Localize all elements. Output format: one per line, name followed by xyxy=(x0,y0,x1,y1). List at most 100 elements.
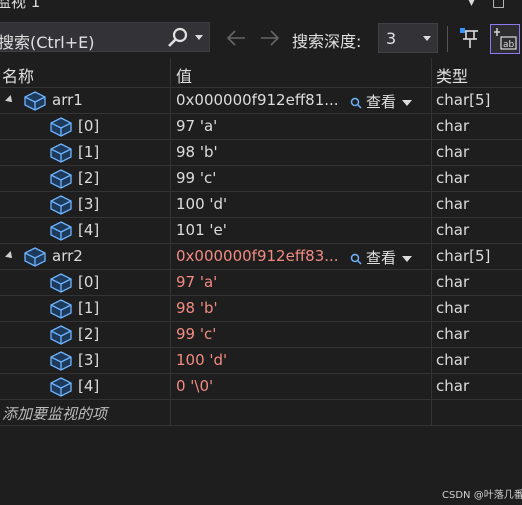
row-type: char xyxy=(436,143,470,161)
view-dropdown-button[interactable]: 查看 xyxy=(350,247,413,268)
column-header-value[interactable]: 值 xyxy=(176,63,192,87)
dropdown-arrow-icon[interactable]: ▾ xyxy=(468,0,475,10)
chevron-down-icon xyxy=(402,99,413,106)
magnifier-icon xyxy=(350,93,366,111)
row-name[interactable]: [3] xyxy=(78,351,99,369)
column-divider xyxy=(170,114,171,139)
add-watch-row[interactable]: 添加要监视的项 xyxy=(0,400,522,426)
column-divider xyxy=(431,88,432,113)
watch-rows: arr1 0x000000f912eff81... 查看 char[5] [0] 97 '… xyxy=(0,88,522,400)
row-name[interactable]: [3] xyxy=(78,195,99,213)
row-type: char xyxy=(436,377,470,395)
watch-row-child[interactable]: [4] 101 'e' char xyxy=(0,218,522,244)
row-value[interactable]: 97 'a' xyxy=(176,117,217,135)
column-divider xyxy=(170,244,171,269)
watch-row-child[interactable]: [3] 100 'd' char xyxy=(0,348,522,374)
column-divider xyxy=(431,218,432,243)
variable-icon xyxy=(50,299,72,319)
column-header-name[interactable]: 名称 xyxy=(2,63,34,87)
forward-arrow-icon[interactable] xyxy=(259,28,281,48)
expand-collapse-icon[interactable] xyxy=(5,251,15,261)
column-header-type[interactable]: 类型 xyxy=(436,63,468,87)
row-name[interactable]: [2] xyxy=(78,325,99,343)
view-label: 查看 xyxy=(366,249,397,267)
row-name[interactable]: [1] xyxy=(78,143,99,161)
maximize-icon[interactable]: □ xyxy=(492,0,505,10)
row-value[interactable]: 97 'a' xyxy=(176,273,217,291)
row-name[interactable]: arr2 xyxy=(52,247,83,265)
variable-icon xyxy=(50,169,72,189)
column-divider[interactable] xyxy=(170,58,171,87)
watch-row-child[interactable]: [1] 98 'b' char xyxy=(0,140,522,166)
search-options-chevron-icon[interactable] xyxy=(195,35,203,40)
hex-display-toggle-button[interactable]: ab xyxy=(490,24,520,54)
column-divider xyxy=(170,348,171,373)
chevron-down-icon xyxy=(423,36,431,41)
variable-icon xyxy=(24,247,46,267)
row-name[interactable]: [2] xyxy=(78,169,99,187)
watch-row-parent[interactable]: arr2 0x000000f912eff83... 查看 char[5] xyxy=(0,244,522,270)
column-divider xyxy=(431,374,432,399)
row-name[interactable]: arr1 xyxy=(52,91,83,109)
watch-row-child[interactable]: [4] 0 '\0' char xyxy=(0,374,522,400)
row-value[interactable]: 0x000000f912eff83... xyxy=(176,247,339,265)
row-name[interactable]: [0] xyxy=(78,117,99,135)
grid-header: 名称 值 类型 xyxy=(0,58,522,88)
row-value[interactable]: 101 'e' xyxy=(176,221,227,239)
search-placeholder: 搜索(Ctrl+E) xyxy=(0,33,95,52)
row-name[interactable]: [4] xyxy=(78,221,99,239)
row-value[interactable]: 98 'b' xyxy=(176,143,218,161)
column-divider xyxy=(431,348,432,373)
pin-icon[interactable] xyxy=(458,26,484,52)
row-value[interactable]: 99 'c' xyxy=(176,325,216,343)
row-value[interactable]: 100 'd' xyxy=(176,195,227,213)
column-divider xyxy=(170,322,171,347)
watch-row-child[interactable]: [0] 97 'a' char xyxy=(0,114,522,140)
search-depth-value: 3 xyxy=(386,29,397,48)
column-divider xyxy=(431,400,432,425)
row-name[interactable]: [4] xyxy=(78,377,99,395)
column-divider xyxy=(170,218,171,243)
variable-icon xyxy=(50,377,72,397)
variable-icon xyxy=(50,195,72,215)
column-divider xyxy=(431,166,432,191)
variable-icon xyxy=(50,221,72,241)
column-divider xyxy=(170,400,171,425)
back-arrow-icon[interactable] xyxy=(225,28,247,48)
expand-collapse-icon[interactable] xyxy=(5,95,15,105)
watch-row-child[interactable]: [2] 99 'c' char xyxy=(0,322,522,348)
watch-row-child[interactable]: [2] 99 'c' char xyxy=(0,166,522,192)
row-type: char xyxy=(436,351,470,369)
watch-row-child[interactable]: [0] 97 'a' char xyxy=(0,270,522,296)
add-watch-placeholder[interactable]: 添加要监视的项 xyxy=(2,403,107,424)
watch-row-child[interactable]: [3] 100 'd' char xyxy=(0,192,522,218)
variable-icon xyxy=(50,351,72,371)
row-value[interactable]: 98 'b' xyxy=(176,299,218,317)
column-divider[interactable] xyxy=(431,58,432,87)
window-title: 监视 1 xyxy=(0,0,41,11)
row-value[interactable]: 99 'c' xyxy=(176,169,216,187)
row-type: char xyxy=(436,169,470,187)
column-divider xyxy=(170,88,171,113)
watermark: CSDN @叶落几番 xyxy=(442,490,522,501)
variable-icon xyxy=(50,273,72,293)
row-value[interactable]: 0 '\0' xyxy=(176,377,213,395)
column-divider xyxy=(170,296,171,321)
search-icon[interactable] xyxy=(166,26,190,50)
row-type: char[5] xyxy=(436,91,491,109)
search-input[interactable]: 搜索(Ctrl+E) xyxy=(0,22,210,52)
chevron-down-icon xyxy=(402,255,413,262)
search-depth-select[interactable]: 3 xyxy=(378,23,438,53)
watch-row-child[interactable]: [1] 98 'b' char xyxy=(0,296,522,322)
column-divider xyxy=(431,114,432,139)
hex-display-icon: ab xyxy=(494,28,517,50)
row-name[interactable]: [1] xyxy=(78,299,99,317)
search-depth-label: 搜索深度: xyxy=(292,32,362,51)
watch-row-parent[interactable]: arr1 0x000000f912eff81... 查看 char[5] xyxy=(0,88,522,114)
row-name[interactable]: [0] xyxy=(78,273,99,291)
view-dropdown-button[interactable]: 查看 xyxy=(350,91,413,112)
row-value[interactable]: 0x000000f912eff81... xyxy=(176,91,339,109)
row-value[interactable]: 100 'd' xyxy=(176,351,227,369)
svg-text:ab: ab xyxy=(503,40,515,50)
row-type: char xyxy=(436,273,470,291)
